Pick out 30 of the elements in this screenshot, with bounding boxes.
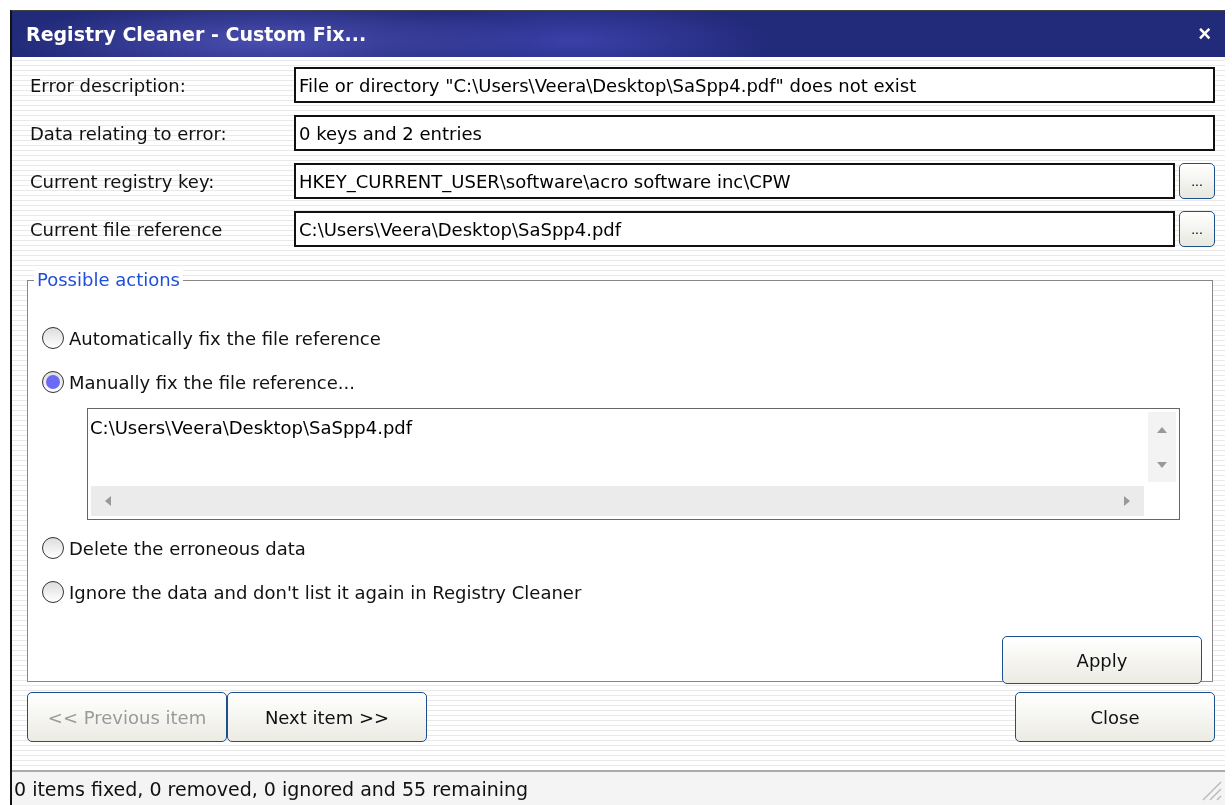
vertical-scrollbar[interactable]	[1148, 412, 1176, 482]
field-label: Error description:	[29, 74, 187, 96]
scroll-right-icon[interactable]	[1124, 496, 1130, 506]
option-label[interactable]: Delete the erroneous data	[69, 537, 306, 559]
next-button[interactable]: Next item >>	[227, 692, 427, 742]
field-label: Data relating to error:	[29, 122, 228, 144]
scroll-left-icon[interactable]	[105, 496, 111, 506]
radio-button[interactable]	[42, 371, 64, 393]
browse-button[interactable]: ...	[1179, 163, 1215, 199]
scroll-down-icon[interactable]	[1157, 461, 1167, 468]
radio-button[interactable]	[42, 581, 64, 603]
input-field[interactable]: HKEY_CURRENT_USER\software\acro software inc\CPW	[294, 163, 1175, 199]
window-title: Registry Cleaner - Custom Fix...	[26, 23, 368, 45]
option-label[interactable]: Manually fix the file reference...	[69, 371, 355, 393]
input-field[interactable]: C:\Users\Veera\Desktop\SaSpp4.pdf	[294, 211, 1175, 247]
horizontal-scrollbar[interactable]	[91, 486, 1144, 516]
apply-button[interactable]: Apply	[1002, 636, 1202, 684]
radio-button[interactable]	[42, 537, 64, 559]
option-label[interactable]: Ignore the data and don't list it again in Registry Cleaner	[69, 581, 582, 603]
field-label: Current registry key:	[29, 170, 216, 192]
text-area[interactable]: C:\Users\Veera\Desktop\SaSpp4.pdf	[87, 408, 1180, 520]
input-field[interactable]: 0 keys and 2 entries	[294, 115, 1215, 151]
radio-button[interactable]	[42, 327, 64, 349]
field-label: Current file reference	[29, 218, 224, 240]
browse-button[interactable]: ...	[1179, 211, 1215, 247]
status-text: 0 items fixed, 0 removed, 0 ignored and 55 remaining	[13, 778, 529, 800]
close-button[interactable]: Close	[1015, 692, 1215, 742]
scroll-up-icon[interactable]	[1157, 426, 1167, 433]
input-field[interactable]: File or directory "C:\Users\Veera\Desktop\SaSpp4.pdf" does not exist	[294, 67, 1215, 103]
option-label[interactable]: Automatically fix the file reference	[69, 327, 381, 349]
